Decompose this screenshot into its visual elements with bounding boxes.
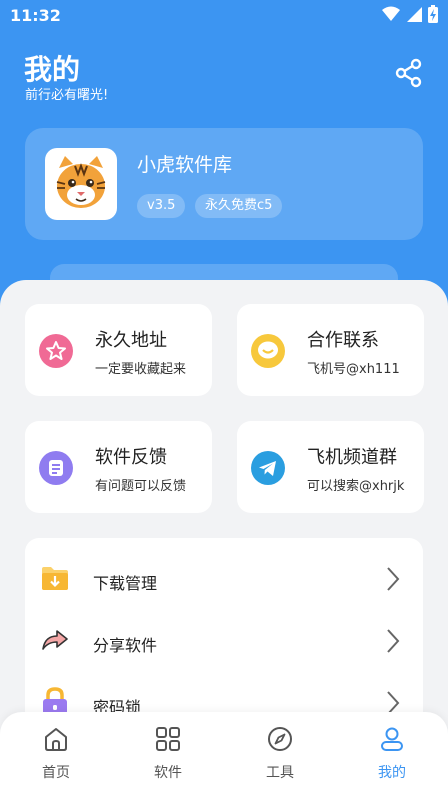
compass-icon: [268, 727, 292, 751]
page-subtitle: 前行必有曙光!: [25, 88, 109, 103]
nav-label: 软件: [154, 765, 182, 781]
profile-card[interactable]: 小虎软件库 v3.5 永久免费c5: [25, 128, 423, 240]
app-name: 小虎软件库: [137, 154, 233, 176]
nav-label: 工具: [266, 765, 294, 781]
card-title: 软件反馈: [95, 447, 167, 468]
card-subtitle: 飞机号@xh111: [307, 362, 400, 377]
bottom-nav: 首页 软件 工具 我的: [0, 712, 448, 796]
status-time: 11:32: [10, 6, 61, 25]
grid-icon: [156, 727, 180, 751]
feedback-icon: [39, 451, 73, 485]
chevron-right-icon: [387, 629, 400, 653]
menu-label: 分享软件: [93, 636, 158, 655]
card-subtitle: 可以搜索@xhrjk: [307, 479, 405, 494]
page-title: 我的: [24, 53, 81, 86]
nav-tab-home[interactable]: 首页: [16, 726, 96, 788]
app-avatar: [45, 148, 117, 220]
cooperation-card[interactable]: 合作联系 飞机号@xh111: [237, 304, 424, 396]
chevron-right-icon: [387, 567, 400, 591]
menu-list: 下载管理 分享软件 密码锁: [25, 538, 423, 738]
card-title: 飞机频道群: [307, 447, 397, 468]
signal-icon: [407, 7, 422, 22]
battery-icon: [428, 5, 438, 23]
share-icon[interactable]: [394, 58, 424, 88]
nav-tab-mine[interactable]: 我的: [352, 726, 432, 788]
menu-item-share-app[interactable]: 分享软件: [25, 608, 423, 664]
card-title: 合作联系: [307, 330, 379, 351]
wifi-icon: [382, 6, 400, 21]
status-bar: 11:32: [0, 0, 448, 32]
card-subtitle: 有问题可以反馈: [95, 479, 187, 494]
free-badge: 永久免费c5: [195, 194, 283, 218]
star-icon: [39, 334, 73, 368]
feedback-card[interactable]: 软件反馈 有问题可以反馈: [25, 421, 212, 513]
home-icon: [45, 728, 67, 751]
nav-label: 首页: [42, 765, 70, 781]
menu-item-download-manager[interactable]: 下载管理: [25, 546, 423, 602]
tiger-logo-icon: [56, 156, 106, 208]
permanent-address-card[interactable]: 永久地址 一定要收藏起来: [25, 304, 212, 396]
download-folder-icon: [42, 567, 68, 590]
telegram-channel-card[interactable]: 飞机频道群 可以搜索@xhrjk: [237, 421, 424, 513]
nav-label: 我的: [378, 765, 406, 781]
share-arrow-icon: [42, 630, 68, 650]
card-title: 永久地址: [95, 330, 167, 351]
card-subtitle: 一定要收藏起来: [95, 362, 187, 377]
menu-label: 下载管理: [93, 574, 158, 593]
status-icons: [382, 5, 438, 23]
nav-tab-software[interactable]: 软件: [128, 726, 208, 788]
version-tag: v3.5: [137, 194, 186, 218]
chat-bubble-icon: [251, 334, 285, 368]
user-icon: [381, 727, 403, 751]
nav-tab-tools[interactable]: 工具: [240, 726, 320, 788]
telegram-icon: [251, 451, 285, 485]
